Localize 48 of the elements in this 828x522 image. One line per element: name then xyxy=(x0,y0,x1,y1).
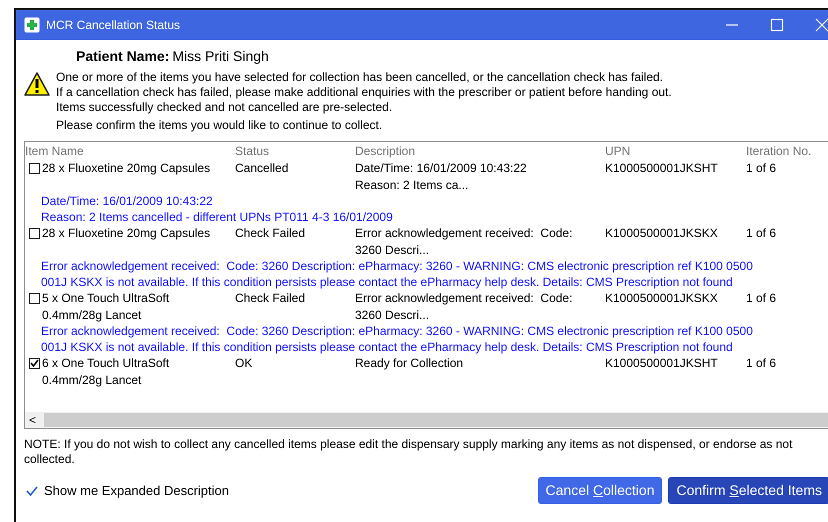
upn-cell: K1000500001JKSHT xyxy=(605,356,718,370)
iteration-cell: 1 of 6 xyxy=(746,291,776,305)
description-cell: Error acknowledgement received: Code: 3260 Descri... xyxy=(355,226,572,256)
column-header[interactable]: Iteration No. xyxy=(746,142,828,160)
expanded-checkbox[interactable] xyxy=(26,484,38,496)
iteration-cell: 1 of 6 xyxy=(746,161,776,175)
maximize-icon[interactable] xyxy=(768,17,784,33)
iteration-cell: 1 of 6 xyxy=(746,226,776,240)
prompt-text: Please confirm the items you would like to continue to collect. xyxy=(56,118,384,133)
upn-cell: K1000500001JKSKX xyxy=(605,291,718,305)
upn-cell: K1000500001JKSHT xyxy=(605,161,718,175)
window-title: MCR Cancellation Status xyxy=(46,17,180,34)
item-name: 6 x One Touch UltraSoft 0.4mm/28g Lancet xyxy=(42,355,170,388)
column-header[interactable]: UPN xyxy=(605,142,746,160)
close-icon[interactable] xyxy=(814,17,828,33)
expanded-description: Date/Time: 16/01/2009 10:43:22 Reason: 2 Items cancelled - different UPNs PT011 4-3 16/01/2009 xyxy=(41,193,393,225)
description-cell: Error acknowledgement received: Code: 3260 Descri... xyxy=(355,291,572,322)
status-cell-text: OK xyxy=(235,355,254,372)
status-cell-text: Check Failed xyxy=(235,225,306,242)
row-checkbox[interactable] xyxy=(29,228,40,239)
item-name: 28 x Fluoxetine 20mg Capsules xyxy=(42,160,210,177)
column-header[interactable]: Status xyxy=(235,142,355,160)
expanded-description: Error acknowledgement received: Code: 3260 Description: ePharmacy: 3260 - WARNING: CMS electronic prescription ref K100 0500 001J KSKX is not available. If this condition persists please contact the ePharmacy help desk. Details: CMS Prescription not found xyxy=(41,323,753,355)
cancel-button[interactable]: Cancel Collection xyxy=(538,477,662,504)
horizontal-scrollbar[interactable]: < xyxy=(25,412,828,428)
upn-cell: K1000500001JKSKX xyxy=(605,226,718,240)
item-name: 28 x Fluoxetine 20mg Capsules xyxy=(42,225,210,242)
row-checkbox[interactable] xyxy=(29,163,40,174)
item-name: 5 x One Touch UltraSoft 0.4mm/28g Lancet xyxy=(42,290,170,323)
note-text: NOTE: If you do not wish to collect any cancelled items please edit the dispensary supply marking any items as not dispensed, or endorse as not collected. xyxy=(23,436,794,467)
confirm-button[interactable]: Confirm Selected Items xyxy=(668,477,828,504)
warning-icon xyxy=(24,72,50,96)
warning-message: One or more of the items you have selected for collection has been cancelled, or the cancellation check has failed. If a cancellation check has failed, please make additional enquiries with the prescriber or patient before handing out. Items successfully checked and not cancelled are pre-selected. xyxy=(56,70,672,115)
status-cell-text: Cancelled xyxy=(235,160,290,177)
column-header[interactable]: Description xyxy=(355,142,605,160)
status-cell-text: Check Failed xyxy=(235,290,306,307)
patient-name: Miss Priti Singh xyxy=(172,47,269,66)
description-cell: Date/Time: 16/01/2009 10:43:22 Reason: 2 Items ca... xyxy=(355,161,527,192)
expanded-option-label[interactable]: Show me Expanded Description xyxy=(44,480,229,500)
column-header[interactable]: Item Name xyxy=(25,142,235,160)
row-checkbox[interactable] xyxy=(29,358,40,369)
description-cell: Ready for Collection xyxy=(355,356,464,370)
patient-name-label: Patient Name: xyxy=(76,47,170,66)
expanded-description: Error acknowledgement received: Code: 3260 Description: ePharmacy: 3260 - WARNING: CMS electronic prescription ref K100 0500 001J KSKX is not available. If this condition persists please contact the ePharmacy help desk. Details: CMS Prescription not found xyxy=(41,258,753,290)
app-icon xyxy=(24,17,40,33)
row-checkbox[interactable] xyxy=(29,293,40,304)
iteration-cell: 1 of 6 xyxy=(746,356,776,370)
scroll-left-arrow[interactable]: < xyxy=(29,411,36,428)
